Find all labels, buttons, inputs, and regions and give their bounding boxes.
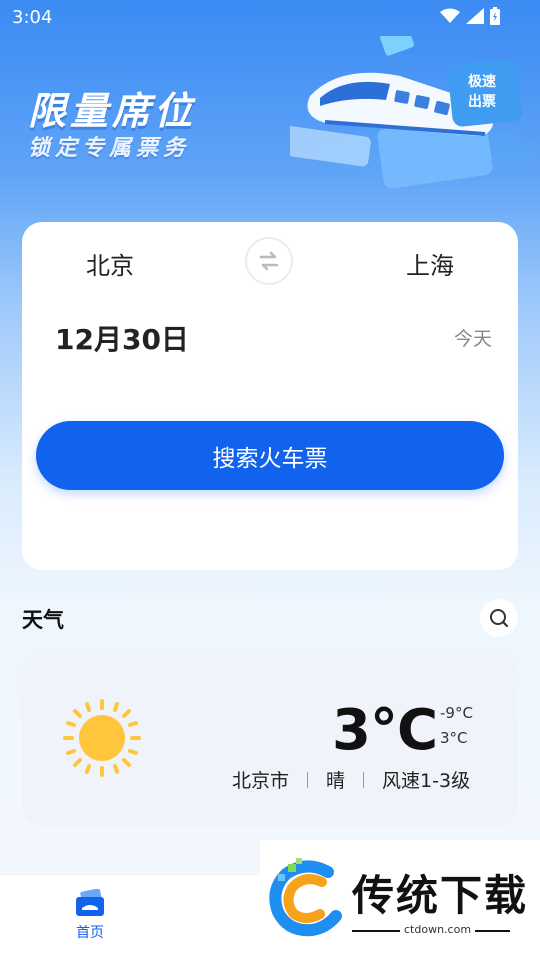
ticket-icon bbox=[76, 889, 104, 916]
search-icon bbox=[490, 609, 509, 628]
swap-icon bbox=[259, 251, 279, 271]
weather-city: 北京市 bbox=[232, 770, 290, 792]
train-illustration: 极速 出票 bbox=[290, 36, 540, 189]
status-bar: 3:04 bbox=[0, 0, 540, 36]
divider bbox=[307, 771, 309, 788]
status-icons bbox=[440, 7, 500, 25]
low-temperature: -9°C bbox=[440, 704, 473, 722]
nav-label-home: 首页 bbox=[76, 925, 104, 941]
divider bbox=[363, 771, 365, 788]
weather-card: 3°C -9°C 3°C 北京市 晴 风速1-3级 bbox=[22, 654, 518, 826]
signal-icon bbox=[466, 8, 484, 24]
date-day-label: 今天 bbox=[453, 328, 492, 350]
watermark-logo bbox=[269, 858, 342, 937]
banner-subtitle: 锁定专属票务 bbox=[28, 136, 191, 161]
battery-icon bbox=[490, 7, 500, 25]
wind-speed: 风速1-3级 bbox=[382, 770, 471, 792]
banner-badge-line1: 极速 bbox=[468, 73, 496, 90]
weather-info-row: 北京市 晴 风速1-3级 bbox=[232, 766, 470, 793]
sun-icon bbox=[63, 699, 141, 777]
weather-search-button[interactable] bbox=[480, 599, 518, 637]
nav-item-home[interactable]: 首页 bbox=[50, 889, 130, 942]
wifi-icon bbox=[440, 8, 460, 23]
watermark-domain: ctdown.com bbox=[400, 923, 476, 936]
watermark: 传统下载 ctdown.com bbox=[260, 840, 540, 960]
banner-badge-line2: 出票 bbox=[468, 93, 496, 110]
ticket-search-card: 北京 上海 12月30日 今天 搜索火车票 bbox=[22, 222, 518, 570]
weather-section-title: 天气 bbox=[22, 608, 64, 632]
departure-date[interactable]: 12月30日 bbox=[55, 318, 189, 358]
banner-title: 限量席位 bbox=[28, 89, 197, 133]
arrival-city[interactable]: 上海 bbox=[406, 246, 454, 281]
current-temperature: 3°C bbox=[332, 698, 438, 763]
search-tickets-button[interactable]: 搜索火车票 bbox=[36, 421, 504, 490]
watermark-text: 传统下载 bbox=[352, 871, 529, 920]
departure-city[interactable]: 北京 bbox=[86, 246, 134, 281]
high-temperature: 3°C bbox=[440, 729, 468, 747]
weather-condition: 晴 bbox=[326, 770, 346, 792]
swap-cities-button[interactable] bbox=[245, 237, 293, 285]
promo-banner[interactable]: 限量席位 锁定专属票务 极速 出票 bbox=[0, 36, 540, 206]
status-time: 3:04 bbox=[12, 7, 53, 28]
